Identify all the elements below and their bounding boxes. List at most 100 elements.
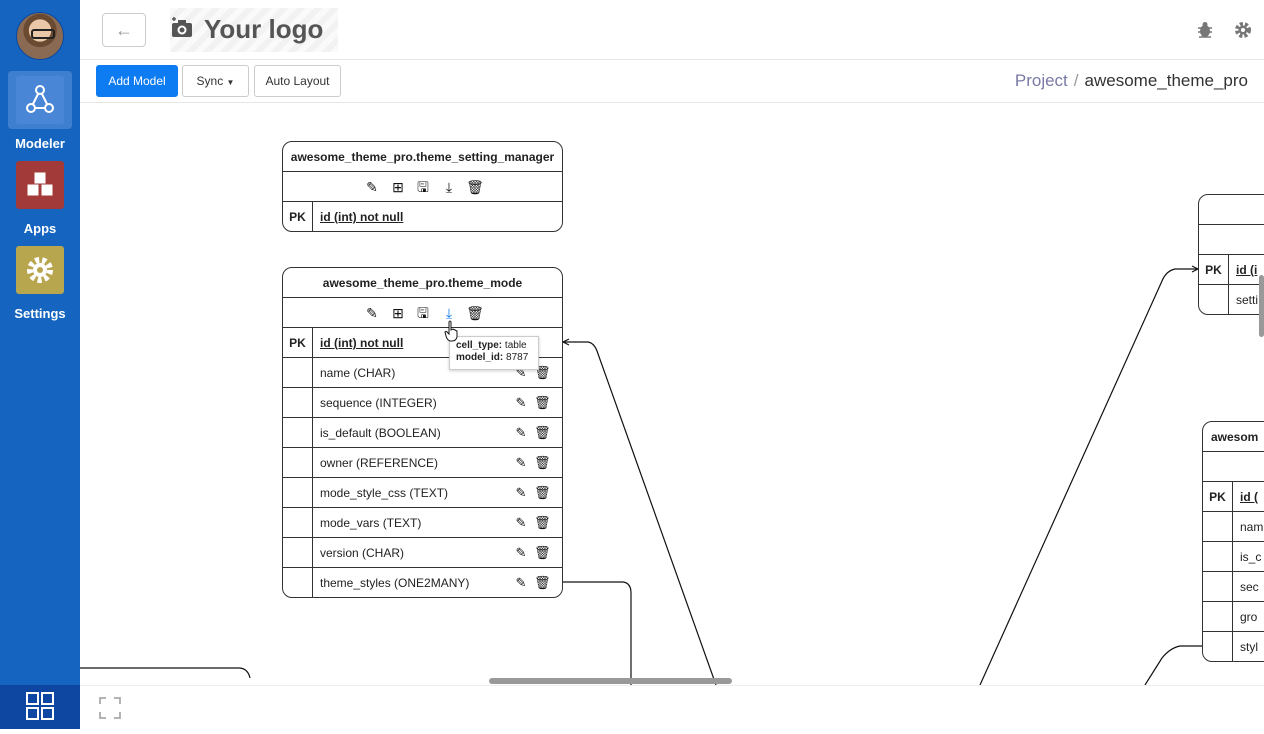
edit-icon[interactable]: ✎ [513, 515, 529, 531]
add-field-icon[interactable]: ⊞ [389, 304, 407, 322]
table-row: theme_styles (ONE2MANY) ✎ 🗑 [283, 568, 562, 597]
edit-icon[interactable]: ✎ [513, 575, 529, 591]
pk-cell [1203, 542, 1233, 572]
pk-cell [283, 358, 313, 388]
sidebar-item-label: Modeler [15, 136, 65, 151]
pk-cell [283, 508, 313, 538]
table-row: is_c [1203, 542, 1264, 572]
pk-cell [1199, 285, 1229, 314]
save-icon[interactable]: 🖫 [414, 178, 432, 196]
pk-cell [1203, 602, 1233, 632]
trash-icon[interactable]: 🗑 [534, 455, 551, 471]
model-table-right-top[interactable]: PK id (i setti [1198, 194, 1264, 315]
table-row: nam [1203, 512, 1264, 542]
pk-cell [283, 538, 313, 568]
pk-field: id (i [1236, 263, 1258, 277]
sidebar-item-apps[interactable]: Apps [0, 161, 80, 241]
field-name: owner (REFERENCE) [320, 456, 439, 470]
cubes-icon [16, 161, 64, 209]
diagram-canvas[interactable]: awesome_theme_pro.theme_setting_manager … [80, 103, 1264, 685]
back-button[interactable]: ← [102, 13, 146, 47]
edit-icon[interactable]: ✎ [513, 395, 529, 411]
breadcrumb-separator: / [1073, 71, 1079, 90]
model-table-right-bottom[interactable]: awesom PK id ( nam is_c sec gro styl [1202, 421, 1264, 662]
trash-icon[interactable]: 🗑 [534, 545, 551, 561]
trash-icon[interactable]: 🗑 [466, 304, 484, 322]
sidebar: Modeler Apps Settings [0, 0, 80, 729]
sidebar-item-label: Settings [14, 306, 66, 321]
edit-icon[interactable]: ✎ [513, 455, 529, 471]
tooltip-value: table [504, 340, 527, 351]
breadcrumb-project-link[interactable]: Project [1015, 71, 1068, 90]
field-name: sequence (INTEGER) [320, 396, 437, 410]
save-icon[interactable]: 🖫 [414, 304, 432, 322]
gear-icon[interactable] [1233, 20, 1253, 40]
pk-field: id (int) not null [320, 210, 404, 224]
table-row: sequence (INTEGER) ✎ 🗑 [283, 388, 562, 418]
trash-icon[interactable]: 🗑 [534, 395, 551, 411]
pk-cell [283, 568, 313, 597]
edit-icon[interactable]: ✎ [513, 425, 529, 441]
pk-cell [1203, 512, 1233, 542]
avatar[interactable] [16, 12, 64, 60]
table-row: owner (REFERENCE) ✎ 🗑 [283, 448, 562, 478]
sidebar-item-label: Apps [23, 221, 57, 236]
trash-icon[interactable]: 🗑 [534, 425, 551, 441]
table-row: styl [1203, 632, 1264, 661]
relation-lines [80, 265, 1202, 685]
sync-dropdown-button[interactable]: Sync ▼ [182, 65, 249, 97]
pk-label: PK [283, 328, 313, 358]
modeler-icon [16, 76, 64, 124]
header: ← Your logo [80, 0, 1264, 60]
pk-label: PK [283, 202, 313, 231]
trash-icon[interactable]: 🗑 [534, 515, 551, 531]
field-list: name (CHAR) ✎ 🗑 sequence (INTEGER) ✎ 🗑 is_defa… [283, 358, 562, 597]
table-row: setti [1199, 285, 1264, 314]
auto-layout-button[interactable]: Auto Layout [254, 65, 341, 97]
table-row: is_default (BOOLEAN) ✎ 🗑 [283, 418, 562, 448]
field-name: nam [1240, 520, 1264, 534]
add-field-icon[interactable]: ⊞ [389, 178, 407, 196]
grid-icon [26, 692, 54, 720]
bug-icon[interactable] [1195, 20, 1215, 40]
sidebar-item-settings[interactable]: Settings [0, 246, 80, 326]
trash-icon[interactable]: 🗑 [534, 575, 551, 591]
pk-label: PK [1199, 255, 1229, 285]
field-list: nam is_csec gro styl [1203, 512, 1264, 661]
field-name: theme_styles (ONE2MANY) [320, 576, 470, 590]
field-name: gro [1240, 610, 1258, 624]
edit-icon[interactable]: ✎ [513, 545, 529, 561]
edit-icon[interactable]: ✎ [363, 178, 381, 196]
edit-icon[interactable]: ✎ [363, 304, 381, 322]
table-title: awesome_theme_pro.theme_setting_manager [283, 142, 562, 172]
model-table-theme-setting-manager[interactable]: awesome_theme_pro.theme_setting_manager … [282, 141, 563, 232]
pk-label: PK [1203, 482, 1233, 512]
arrow-left-icon: ← [115, 20, 133, 40]
gear-icon [16, 246, 64, 294]
table-actions [1199, 225, 1264, 255]
add-model-button[interactable]: Add Model [96, 65, 178, 97]
bottom-bar [80, 685, 1264, 729]
table-row: mode_style_css (TEXT) ✎ 🗑 [283, 478, 562, 508]
model-table-theme-mode[interactable]: awesome_theme_pro.theme_mode ✎ ⊞ 🖫 ⤓ 🗑 P… [282, 267, 563, 598]
table-title [1199, 195, 1264, 225]
sidebar-item-modeler[interactable]: Modeler [0, 71, 80, 151]
field-name: is_c [1240, 550, 1262, 564]
tooltip-key: cell_type: [456, 340, 503, 351]
table-row: sec [1203, 572, 1264, 602]
fullscreen-icon[interactable] [99, 697, 121, 719]
caret-down-icon: ▼ [226, 78, 235, 87]
tooltip: cell_type: table model_id: 8787 [449, 336, 539, 370]
apps-grid-button[interactable] [0, 685, 80, 729]
trash-icon[interactable]: 🗑 [466, 178, 484, 196]
field-name: mode_style_css (TEXT) [320, 486, 449, 500]
edit-icon[interactable]: ✎ [513, 485, 529, 501]
horizontal-scrollbar[interactable] [489, 678, 732, 684]
vertical-scrollbar[interactable] [1259, 275, 1264, 337]
field-name: setti [1236, 293, 1259, 307]
pk-cell [283, 388, 313, 418]
tooltip-key: model_id: [456, 352, 504, 363]
download-icon[interactable]: ⤓ [440, 178, 458, 196]
table-row: version (CHAR) ✎ 🗑 [283, 538, 562, 568]
trash-icon[interactable]: 🗑 [534, 485, 551, 501]
